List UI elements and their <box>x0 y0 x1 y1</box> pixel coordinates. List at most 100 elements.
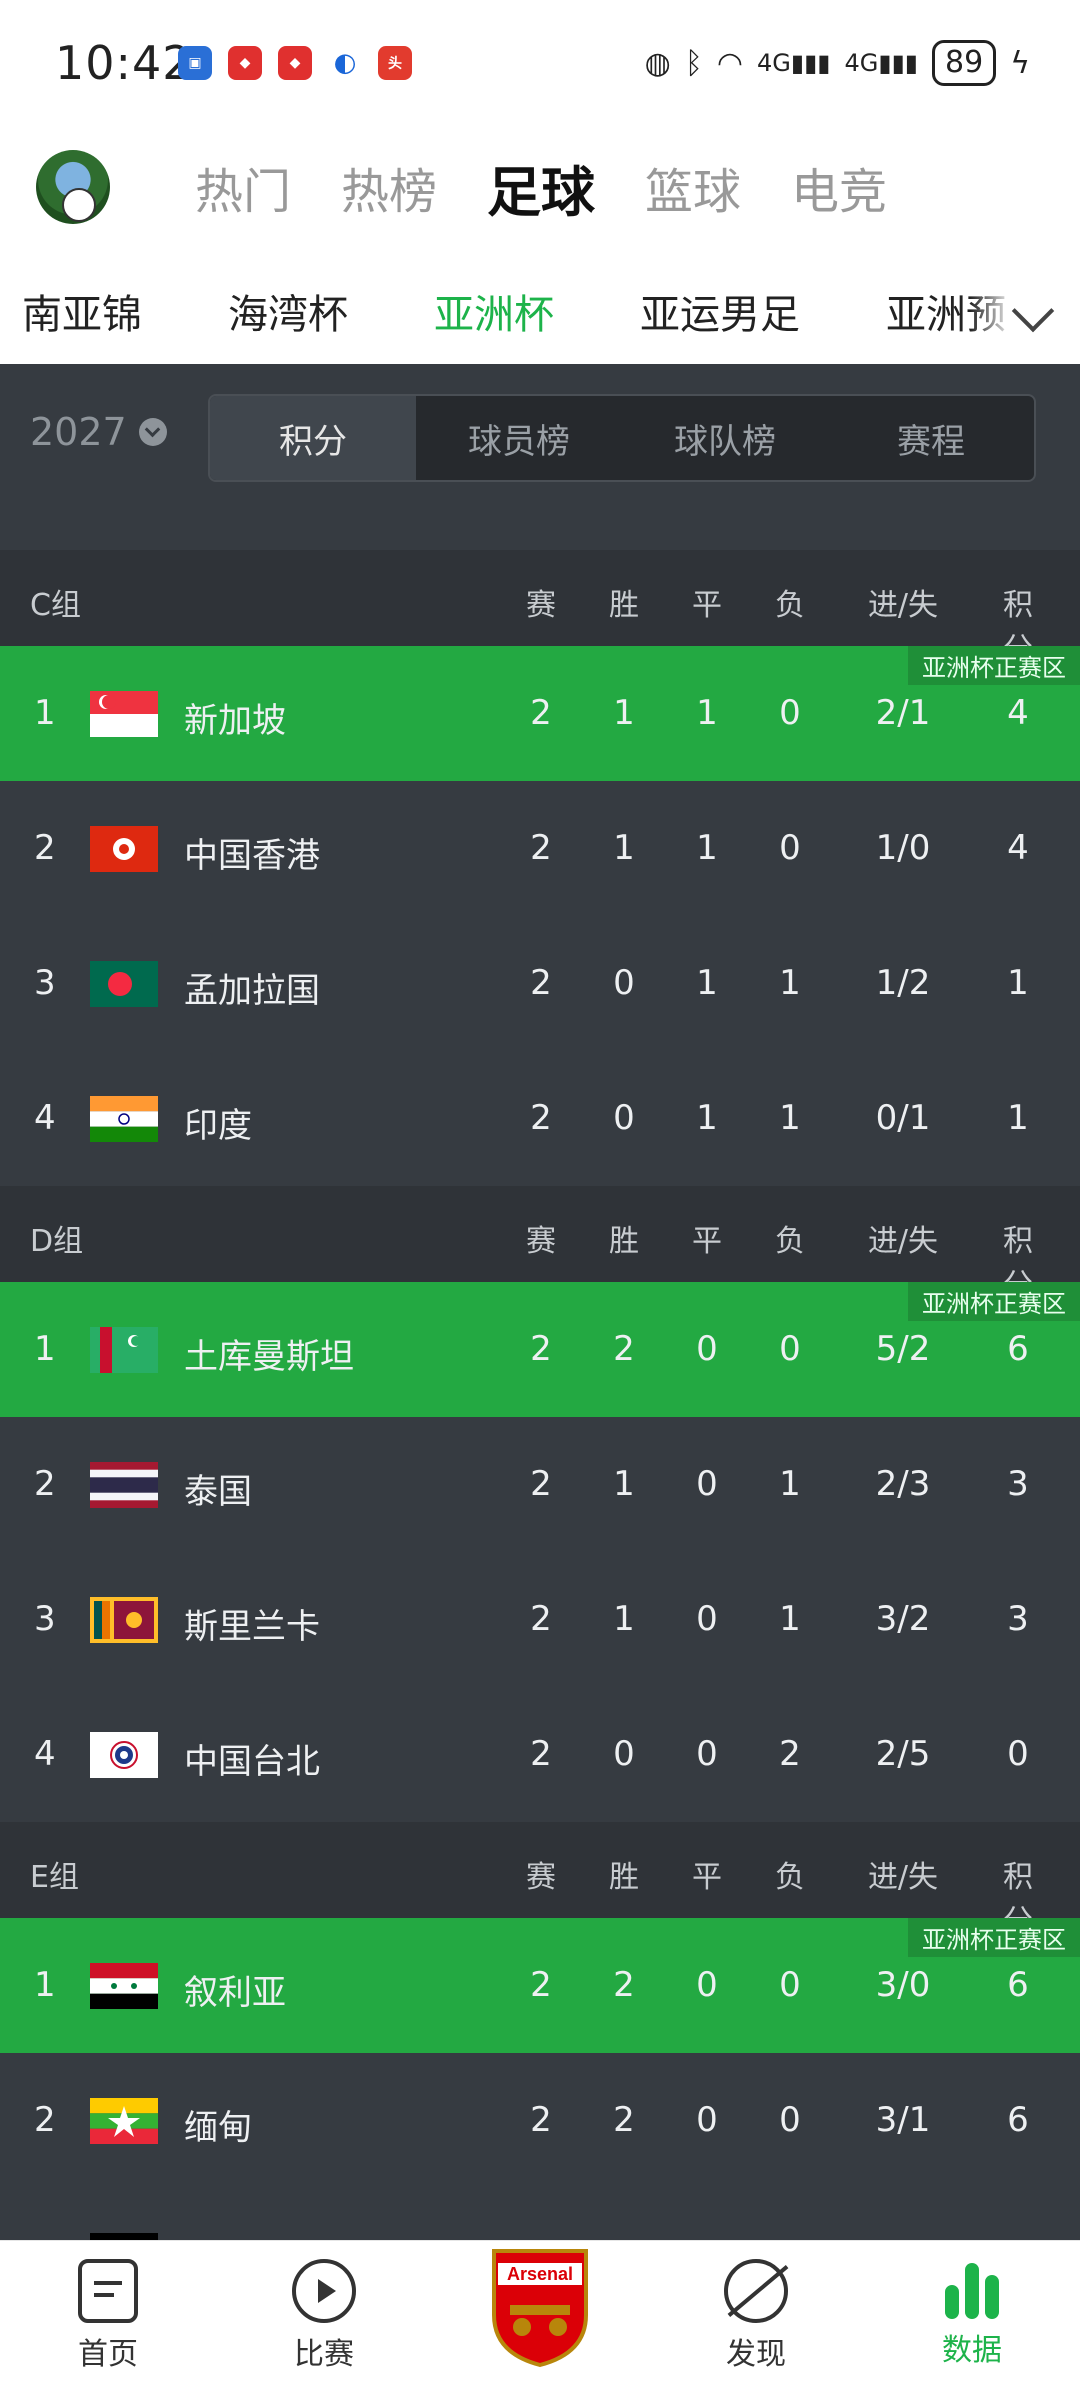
nav-data[interactable]: 数据 <box>902 2259 1042 2369</box>
won: 1 <box>613 1464 635 1504</box>
goals: 2/5 <box>875 1734 931 1774</box>
segment-team-ranking[interactable]: 球队榜 <box>622 396 828 480</box>
flag-icon <box>90 2233 158 2240</box>
nav-matches[interactable]: 比赛 <box>254 2259 394 2373</box>
table-row[interactable]: 3 斯里兰卡 2 1 0 1 3/2 3 <box>0 1552 1080 1687</box>
tab-esports[interactable]: 电竞 <box>791 152 887 227</box>
table-row[interactable]: 2 中国香港 2 1 1 0 1/0 4 <box>0 781 1080 916</box>
drawn: 1 <box>696 963 718 1003</box>
col-won: 胜 <box>609 1224 639 1259</box>
tab-south-asia[interactable]: 南亚锦 <box>22 282 142 340</box>
lost: 0 <box>779 1965 801 2005</box>
table-row[interactable]: 2 缅甸 2 2 0 0 3/1 6 <box>0 2053 1080 2188</box>
won: 1 <box>613 1599 635 1639</box>
segment-schedule[interactable]: 赛程 <box>828 396 1034 480</box>
tab-basketball[interactable]: 篮球 <box>645 152 741 227</box>
goals: 0/1 <box>875 1098 931 1138</box>
col-won: 胜 <box>609 1860 639 1895</box>
table-row[interactable]: 亚洲杯正赛区 1 新加坡 2 1 1 0 2/1 4 <box>0 646 1080 781</box>
arsenal-crest-icon[interactable]: Arsenal <box>488 2245 592 2369</box>
rank: 4 <box>34 1098 56 1138</box>
standings-content: 2027 积分 球员榜 球队榜 赛程 C组 赛 胜 平 负 进/失 积分 亚洲杯… <box>0 364 1080 2240</box>
table-row-partial[interactable] <box>0 2188 1080 2240</box>
won: 1 <box>613 693 635 733</box>
drawn: 0 <box>696 1329 718 1369</box>
rank: 4 <box>34 1734 56 1774</box>
points: 3 <box>1007 1464 1029 1504</box>
col-lost: 负 <box>775 1224 805 1259</box>
rank: 2 <box>34 1464 56 1504</box>
col-played: 赛 <box>526 1224 556 1259</box>
col-drawn: 平 <box>692 1860 722 1895</box>
nav-data-label: 数据 <box>942 2333 1002 2368</box>
team-name: 孟加拉国 <box>184 971 320 1011</box>
app-notification-icon: 头 <box>378 46 412 80</box>
avatar[interactable] <box>36 150 110 224</box>
won: 0 <box>613 963 635 1003</box>
points: 4 <box>1007 693 1029 733</box>
app-notification-icon: ◆ <box>278 46 312 80</box>
played: 2 <box>530 963 552 1003</box>
won: 2 <box>613 1329 635 1369</box>
team-name: 中国台北 <box>184 1742 320 1782</box>
col-drawn: 平 <box>692 1224 722 1259</box>
table-row[interactable]: 4 印度 2 0 1 1 0/1 1 <box>0 1051 1080 1186</box>
table-row[interactable]: 4 中国台北 2 0 0 2 2/5 0 <box>0 1687 1080 1822</box>
goals: 3/1 <box>875 2100 931 2140</box>
tab-asian-cup[interactable]: 亚洲杯 <box>434 282 554 376</box>
lost: 1 <box>779 1599 801 1639</box>
signal-icon: 4G▮▮▮ <box>844 49 919 77</box>
table-row[interactable]: 2 泰国 2 1 0 1 2/3 3 <box>0 1417 1080 1552</box>
rank: 1 <box>34 1965 56 2005</box>
won: 2 <box>613 2100 635 2140</box>
singapore-flag-icon <box>90 691 158 737</box>
points: 1 <box>1007 1098 1029 1138</box>
played: 2 <box>530 1464 552 1504</box>
segment-standings[interactable]: 积分 <box>210 396 416 480</box>
nav-home[interactable]: 首页 <box>38 2259 178 2373</box>
col-goals: 进/失 <box>867 588 939 623</box>
myanmar-flag-icon <box>90 2098 158 2144</box>
played: 2 <box>530 1734 552 1774</box>
top-tabs: 热门 热榜 足球 篮球 电竞 <box>195 152 887 227</box>
played: 2 <box>530 1599 552 1639</box>
top-nav: 热门 热榜 足球 篮球 电竞 <box>0 130 1080 260</box>
goals: 3/2 <box>875 1599 931 1639</box>
nav-discover[interactable]: 发现 <box>686 2259 826 2373</box>
wifi-icon: ◠ <box>716 45 744 81</box>
goals: 2/1 <box>875 693 931 733</box>
table-row[interactable]: 3 孟加拉国 2 0 1 1 1/2 1 <box>0 916 1080 1051</box>
team-name: 叙利亚 <box>184 1973 286 2013</box>
col-drawn: 平 <box>692 588 722 623</box>
goals: 5/2 <box>875 1329 931 1369</box>
table-row[interactable]: 亚洲杯正赛区 1 叙利亚 2 2 0 0 3/0 6 <box>0 1918 1080 2053</box>
drawn: 0 <box>696 2100 718 2140</box>
table-row[interactable]: 亚洲杯正赛区 1 土库曼斯坦 2 2 0 0 5/2 6 <box>0 1282 1080 1417</box>
points: 6 <box>1007 1965 1029 2005</box>
col-won: 胜 <box>609 588 639 623</box>
app-notification-icon: ◐ <box>328 46 362 80</box>
rank: 2 <box>34 828 56 868</box>
tab-gulf-cup[interactable]: 海湾杯 <box>228 282 348 340</box>
points: 0 <box>1007 1734 1029 1774</box>
played: 2 <box>530 828 552 868</box>
discover-icon <box>724 2259 788 2323</box>
tab-asian-games-men[interactable]: 亚运男足 <box>640 282 800 340</box>
rank: 3 <box>34 1599 56 1639</box>
drawn: 0 <box>696 1734 718 1774</box>
season-selector[interactable]: 2027 <box>30 410 167 454</box>
drawn: 1 <box>696 693 718 733</box>
played: 2 <box>530 1098 552 1138</box>
lost: 0 <box>779 2100 801 2140</box>
promotion-badge: 亚洲杯正赛区 <box>908 1282 1080 1321</box>
tab-trending[interactable]: 热榜 <box>341 152 437 227</box>
tab-football[interactable]: 足球 <box>487 148 595 227</box>
segment-player-ranking[interactable]: 球员榜 <box>416 396 622 480</box>
lost: 0 <box>779 693 801 733</box>
played: 2 <box>530 1329 552 1369</box>
group-name: D组 <box>30 1224 84 1259</box>
tab-hot[interactable]: 热门 <box>195 152 291 227</box>
india-flag-icon <box>90 1096 158 1142</box>
won: 2 <box>613 1965 635 2005</box>
competition-tabs: 南亚锦 海湾杯 亚洲杯 亚运男足 亚洲预 <box>0 260 1080 376</box>
